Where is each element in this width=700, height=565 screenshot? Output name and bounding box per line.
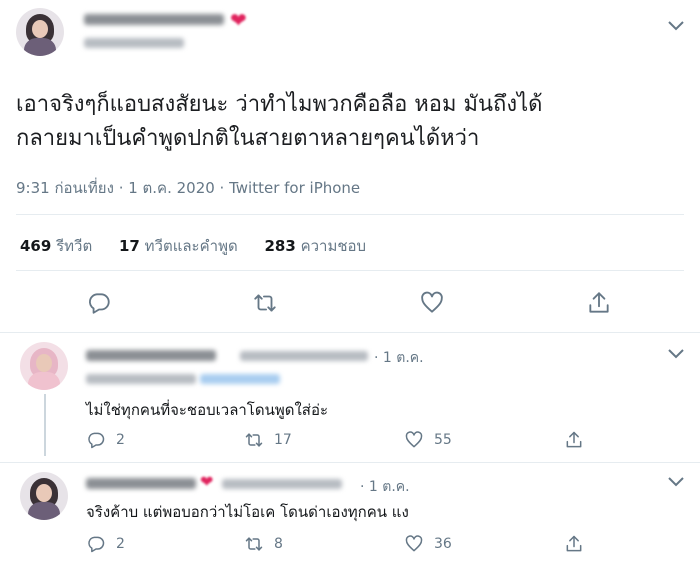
likes-stat[interactable]: 283 ความชอบ <box>264 237 366 255</box>
reply-author-handle-redacted[interactable] <box>240 351 368 361</box>
reply-share-button[interactable] <box>564 534 594 554</box>
more-chevron-icon[interactable] <box>664 16 688 36</box>
reply-icon <box>88 293 110 314</box>
reply-retweet-button[interactable]: 17 <box>244 430 292 450</box>
reply-like-button[interactable]: 36 <box>404 534 452 554</box>
reply-avatar[interactable] <box>20 472 68 520</box>
like-button[interactable] <box>419 290 445 316</box>
like-count: 36 <box>434 536 452 552</box>
likes-label: ความชอบ <box>300 237 367 255</box>
reply-reply-button[interactable]: 2 <box>86 534 125 554</box>
author-name-redacted[interactable] <box>84 14 224 25</box>
reply-text: ไม่ใช่ทุกคนที่จะชอบเวลาโดนพูดใส่อ่ะ <box>86 401 329 419</box>
reply-retweet-button[interactable]: 8 <box>244 534 283 554</box>
share-button[interactable] <box>586 290 612 316</box>
tweet-body: เอาจริงๆก็แอบสงสัยนะ ว่าทำไมพวกคือลือ หอ… <box>16 88 542 156</box>
likes-count: 283 <box>264 237 296 255</box>
retweet-count: 8 <box>274 536 283 552</box>
retweets-count: 469 <box>20 237 52 255</box>
reply-date[interactable]: · 1 ต.ค. <box>374 347 424 369</box>
quotes-stat[interactable]: 17 ทวีตและคำพูด <box>119 237 238 255</box>
heart-icon <box>404 430 424 450</box>
replying-to-redacted <box>86 374 196 384</box>
author-avatar[interactable] <box>16 8 64 56</box>
reply-author-name-redacted[interactable] <box>86 350 216 361</box>
reply-icon <box>86 430 106 450</box>
reply-count: 2 <box>116 432 125 448</box>
retweet-icon <box>244 534 264 554</box>
reply-text: จริงค้าบ แต่พอบอกว่าไม่โอเค โดนด่าเองทุก… <box>86 503 409 521</box>
divider <box>0 332 700 333</box>
retweet-icon <box>254 294 276 312</box>
reply-icon <box>86 534 106 554</box>
thread-line <box>44 394 46 456</box>
heart-emoji-icon: ❤ <box>230 8 247 32</box>
tweet-stats: 469 รีทวีต 17 ทวีตและคำพูด 283 ความชอบ <box>20 234 388 258</box>
reply-share-button[interactable] <box>564 430 594 450</box>
reply-author-name-redacted[interactable] <box>86 478 196 489</box>
tweet-text-line-2: กลายมาเป็นคำพูดปกติในสายตาหลายๆคนได้หว่า <box>16 126 480 151</box>
retweet-icon <box>244 430 264 450</box>
like-count: 55 <box>434 432 452 448</box>
reply-reply-button[interactable]: 2 <box>86 430 125 450</box>
author-handle-redacted[interactable] <box>84 38 184 48</box>
reply-author-handle-redacted[interactable] <box>222 479 342 489</box>
divider <box>16 270 684 271</box>
reply-date[interactable]: · 1 ต.ค. <box>360 476 410 498</box>
divider <box>16 214 684 215</box>
divider <box>0 462 700 463</box>
reply-more-chevron-icon[interactable] <box>664 472 688 492</box>
heart-emoji-icon: ❤ <box>200 472 214 491</box>
retweet-count: 17 <box>274 432 292 448</box>
reply-more-chevron-icon[interactable] <box>664 344 688 364</box>
quotes-count: 17 <box>118 237 140 255</box>
share-icon <box>589 292 609 313</box>
retweet-button[interactable] <box>252 290 278 316</box>
reply-avatar[interactable] <box>20 342 68 390</box>
reply-count: 2 <box>116 536 125 552</box>
quotes-label: ทวีตและคำพูด <box>144 237 238 255</box>
reply-button[interactable] <box>86 290 112 316</box>
heart-icon <box>421 291 443 313</box>
share-icon <box>564 430 584 450</box>
heart-icon <box>404 534 424 554</box>
retweets-label: รีทวีต <box>56 237 93 255</box>
tweet-timestamp[interactable]: 9:31 ก่อนเที่ยง · 1 ต.ค. 2020 · Twitter … <box>16 176 360 200</box>
tweet-text-line-1: เอาจริงๆก็แอบสงสัยนะ ว่าทำไมพวกคือลือ หอ… <box>16 92 543 117</box>
share-icon <box>564 534 584 554</box>
reply-like-button[interactable]: 55 <box>404 430 452 450</box>
retweets-stat[interactable]: 469 รีทวีต <box>20 237 92 255</box>
replying-to-handle-redacted[interactable] <box>200 374 280 384</box>
